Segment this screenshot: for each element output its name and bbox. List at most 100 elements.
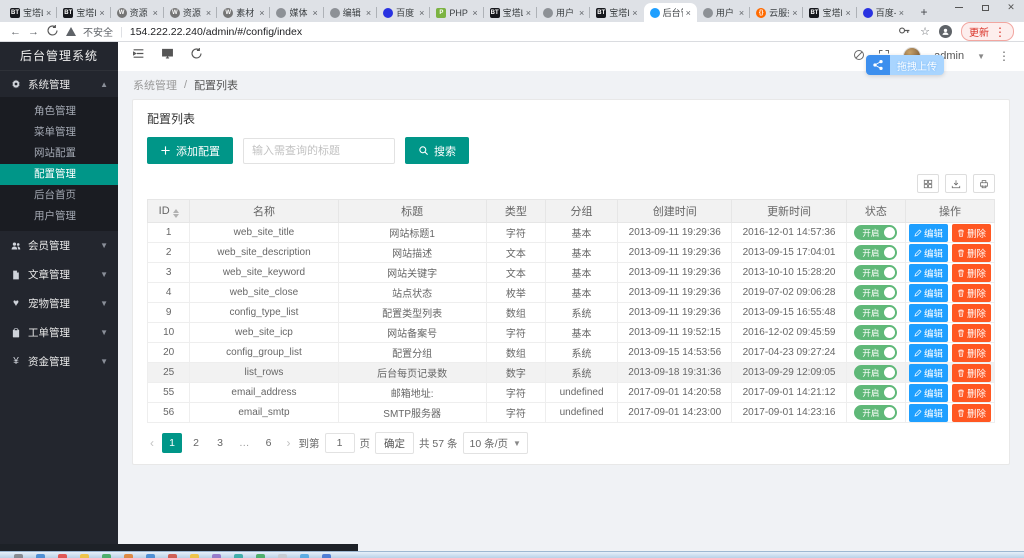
browser-tab[interactable]: {}云服务× (749, 3, 803, 22)
sidebar-group-文章管理[interactable]: 文章管理 ▼ (0, 260, 118, 289)
edit-button[interactable]: 编辑 (908, 403, 948, 422)
status-toggle[interactable]: 开启 (854, 285, 898, 300)
edit-button[interactable]: 编辑 (908, 363, 948, 382)
taskbar-app-icon[interactable] (146, 554, 155, 558)
column-header-ID[interactable]: ID (146, 199, 191, 223)
tab-close-icon[interactable]: × (153, 8, 158, 18)
delete-button[interactable]: 删除 (952, 283, 992, 302)
sidebar-item-后台首页[interactable]: 后台首页 (0, 185, 118, 206)
refresh-page-icon[interactable] (190, 47, 203, 65)
status-toggle[interactable]: 开启 (854, 225, 898, 240)
edit-button[interactable]: 编辑 (908, 383, 948, 402)
per-page-select[interactable]: 10 条/页 ▼ (462, 432, 528, 454)
delete-button[interactable]: 删除 (952, 243, 992, 262)
print-icon[interactable] (973, 174, 995, 193)
taskbar-app-icon[interactable] (168, 554, 177, 558)
browser-tab[interactable]: 媒体 × (269, 3, 323, 22)
status-toggle[interactable]: 开启 (854, 385, 898, 400)
prev-page-icon[interactable]: ‹ (147, 436, 157, 450)
taskbar-app-icon[interactable] (124, 554, 133, 558)
delete-button[interactable]: 删除 (952, 303, 992, 322)
bookmark-star-icon[interactable]: ☆ (920, 25, 930, 38)
browser-tab[interactable]: 用户 × (697, 3, 750, 22)
jump-confirm-button[interactable]: 确定 (375, 432, 414, 454)
tab-close-icon[interactable]: × (46, 8, 51, 18)
collapse-sidebar-icon[interactable] (132, 47, 145, 65)
browser-profile-icon[interactable] (939, 25, 952, 38)
taskbar-app-icon[interactable] (322, 554, 331, 558)
more-options-icon[interactable]: ⋮ (998, 49, 1010, 63)
browser-tab[interactable]: 百度 × (376, 3, 430, 22)
search-input[interactable] (243, 137, 395, 164)
sidebar-item-菜单管理[interactable]: 菜单管理 (0, 122, 118, 143)
jump-page-input[interactable] (324, 433, 355, 453)
delete-button[interactable]: 删除 (952, 403, 992, 422)
windows-taskbar[interactable] (0, 551, 1024, 558)
browser-tab[interactable]: W 资源 × (109, 3, 164, 22)
page-number-1[interactable]: 1 (162, 433, 182, 453)
taskbar-app-icon[interactable] (14, 554, 23, 558)
browser-menu-icon[interactable]: ⋮ (994, 25, 1006, 39)
edit-button[interactable]: 编辑 (908, 263, 948, 282)
forward-icon[interactable]: → (28, 26, 39, 38)
edit-button[interactable]: 编辑 (908, 323, 948, 342)
sidebar-group-系统管理[interactable]: 系统管理 ▲ (0, 71, 118, 97)
taskbar-app-icon[interactable] (190, 554, 199, 558)
status-toggle[interactable]: 开启 (854, 365, 898, 380)
sort-icon[interactable] (172, 208, 179, 218)
browser-tab[interactable]: BT宝塔L× (482, 3, 537, 22)
status-toggle[interactable]: 开启 (854, 305, 898, 320)
sidebar-group-会员管理[interactable]: 会员管理 ▼ (0, 231, 118, 260)
page-number-3[interactable]: 3 (210, 433, 230, 453)
export-icon[interactable] (945, 174, 967, 193)
browser-update-button[interactable]: 更新 ⋮ (961, 22, 1014, 41)
tab-close-icon[interactable]: × (526, 8, 531, 18)
tab-close-icon[interactable]: × (845, 8, 850, 18)
taskbar-app-icon[interactable] (212, 554, 221, 558)
edit-button[interactable]: 编辑 (908, 243, 948, 262)
browser-tab[interactable]: BT宝塔L× (589, 3, 643, 22)
tab-close-icon[interactable]: × (419, 8, 424, 18)
tab-close-icon[interactable]: × (313, 8, 318, 18)
close-icon[interactable]: ✕ (1000, 1, 1022, 14)
browser-tab[interactable]: 编辑 × (322, 3, 377, 22)
tab-close-icon[interactable]: × (472, 8, 477, 18)
minimize-icon[interactable] (948, 1, 970, 14)
clear-cache-icon[interactable] (853, 49, 865, 64)
sidebar-item-配置管理[interactable]: 配置管理 (0, 164, 118, 185)
monitor-icon[interactable] (161, 47, 174, 65)
taskbar-app-icon[interactable] (278, 554, 287, 558)
add-config-button[interactable]: 添加配置 (147, 137, 233, 164)
taskbar-app-icon[interactable] (300, 554, 309, 558)
reload-icon[interactable] (46, 24, 59, 40)
sidebar-group-资金管理[interactable]: ¥ 资金管理 ▼ (0, 347, 118, 376)
delete-button[interactable]: 删除 (952, 223, 992, 242)
tab-close-icon[interactable]: × (686, 8, 691, 18)
search-button[interactable]: 搜索 (405, 137, 469, 164)
sidebar-group-工单管理[interactable]: 工单管理 ▼ (0, 318, 118, 347)
status-toggle[interactable]: 开启 (854, 265, 898, 280)
next-page-icon[interactable]: › (284, 436, 294, 450)
sidebar-item-角色管理[interactable]: 角色管理 (0, 101, 118, 122)
password-key-icon[interactable] (898, 24, 911, 40)
edit-button[interactable]: 编辑 (908, 223, 948, 242)
url-text[interactable]: 154.222.22.240/admin/#/config/index (130, 26, 891, 38)
tab-close-icon[interactable]: × (739, 8, 744, 18)
sidebar-item-网站配置[interactable]: 网站配置 (0, 143, 118, 164)
sidebar-group-宠物管理[interactable]: ♥ 宠物管理 ▼ (0, 289, 118, 318)
page-number-2[interactable]: 2 (186, 433, 206, 453)
taskbar-app-icon[interactable] (256, 554, 265, 558)
edit-button[interactable]: 编辑 (908, 303, 948, 322)
browser-tab[interactable]: BT宝塔L× (56, 3, 110, 22)
edit-button[interactable]: 编辑 (908, 283, 948, 302)
security-label[interactable]: 不安全 (83, 24, 113, 39)
delete-button[interactable]: 删除 (952, 263, 992, 282)
new-tab-button[interactable]: + (914, 4, 934, 20)
delete-button[interactable]: 删除 (952, 363, 992, 382)
back-icon[interactable]: ← (10, 26, 21, 38)
browser-tab[interactable]: BT宝塔L× (802, 3, 856, 22)
page-number-6[interactable]: 6 (258, 433, 279, 453)
taskbar-app-icon[interactable] (36, 554, 45, 558)
browser-tab-active[interactable]: 后台管× (643, 3, 697, 22)
upload-badge[interactable]: 拖拽上传 (866, 55, 944, 75)
